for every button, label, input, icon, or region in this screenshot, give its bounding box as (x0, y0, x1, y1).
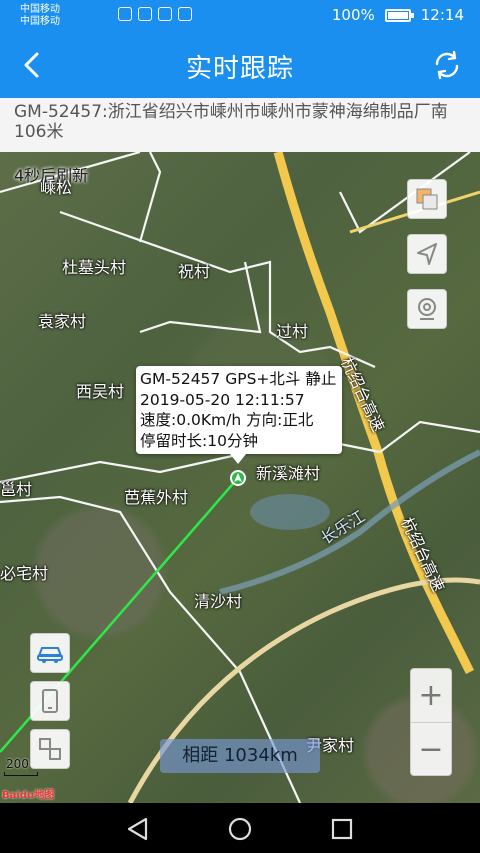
status-bar: 中国移动 中国移动 100% 12:14 (0, 0, 480, 32)
carrier-2: 中国移动 (20, 16, 60, 27)
place-label: 杜墓头村 (62, 258, 127, 277)
map-logo: Baidu地图 (2, 790, 55, 801)
place-label: 芭蕉外村 (124, 488, 189, 507)
battery-icon (384, 8, 414, 22)
locate-button[interactable] (407, 234, 447, 274)
phone-mode-button[interactable] (30, 681, 70, 721)
street-view-icon (418, 298, 436, 320)
place-label: 必宅村 (0, 564, 49, 583)
carrier-info: 中国移动 中国移动 (20, 4, 60, 28)
signal-icon (118, 7, 132, 21)
page-title: 实时跟踪 (185, 54, 294, 84)
switch-button[interactable] (30, 729, 70, 769)
battery-percent: 100% (331, 6, 375, 24)
place-label: 过村 (276, 322, 309, 341)
app-bar: 实时跟踪 (0, 32, 480, 98)
place-label: 新溪滩村 (256, 464, 321, 483)
wechat-icon (158, 7, 172, 21)
place-label: 西吴村 (76, 382, 125, 401)
nav-home-icon[interactable] (226, 815, 254, 843)
nav-back-icon[interactable] (124, 815, 152, 843)
clock: 12:14 (420, 6, 464, 24)
refresh-icon[interactable] (432, 50, 462, 80)
info-stay: 停留时长:10分钟 (140, 431, 258, 450)
nav-recents-icon[interactable] (328, 815, 356, 843)
address-bar: GM-52457:浙江省绍兴市嵊州市嵊州市蒙神海绵制品厂南106米 (0, 98, 480, 152)
map-view[interactable]: 4秒后刷新 嵊松 杜墓头村 祝村 袁家村 过村 西吴村 新溪滩村 邕村 芭蕉外村… (0, 152, 480, 803)
zoom-in-button[interactable]: + (411, 669, 451, 722)
locate-icon (417, 243, 437, 265)
notification-icon (138, 7, 152, 21)
scale-label: 200 (6, 757, 29, 771)
status-icons (118, 7, 192, 21)
info-vehicle: GM-52457 GPS+北斗 静止 (140, 370, 337, 388)
zoom-control: + − (410, 668, 452, 776)
place-label: 袁家村 (38, 312, 87, 331)
layers-icon (416, 188, 438, 210)
system-nav-bar (0, 803, 480, 853)
vehicle-info-window[interactable]: GM-52457 GPS+北斗 静止 2019-05-20 12:11:57 速… (136, 366, 342, 464)
layers-button[interactable] (407, 179, 447, 219)
place-label: 嵊松 (40, 178, 73, 197)
place-label: 邕村 (0, 480, 33, 499)
info-speed: 速度:0.0Km/h 方向:正北 (140, 411, 314, 429)
carrier-1: 中国移动 (20, 4, 60, 15)
scale-bar (4, 772, 38, 776)
shield-icon (178, 7, 192, 21)
place-label: 祝村 (178, 262, 211, 281)
place-label: 清沙村 (194, 592, 243, 611)
car-icon (37, 647, 63, 663)
status-right: 100% 12:14 (332, 6, 464, 24)
car-mode-button[interactable] (30, 633, 70, 673)
zoom-out-button[interactable]: − (411, 723, 451, 776)
distance-label: 相距 1034km (160, 739, 320, 773)
phone-icon (42, 689, 58, 713)
street-view-button[interactable] (407, 289, 447, 329)
switch-icon (39, 738, 61, 760)
info-time: 2019-05-20 12:11:57 (140, 390, 305, 409)
